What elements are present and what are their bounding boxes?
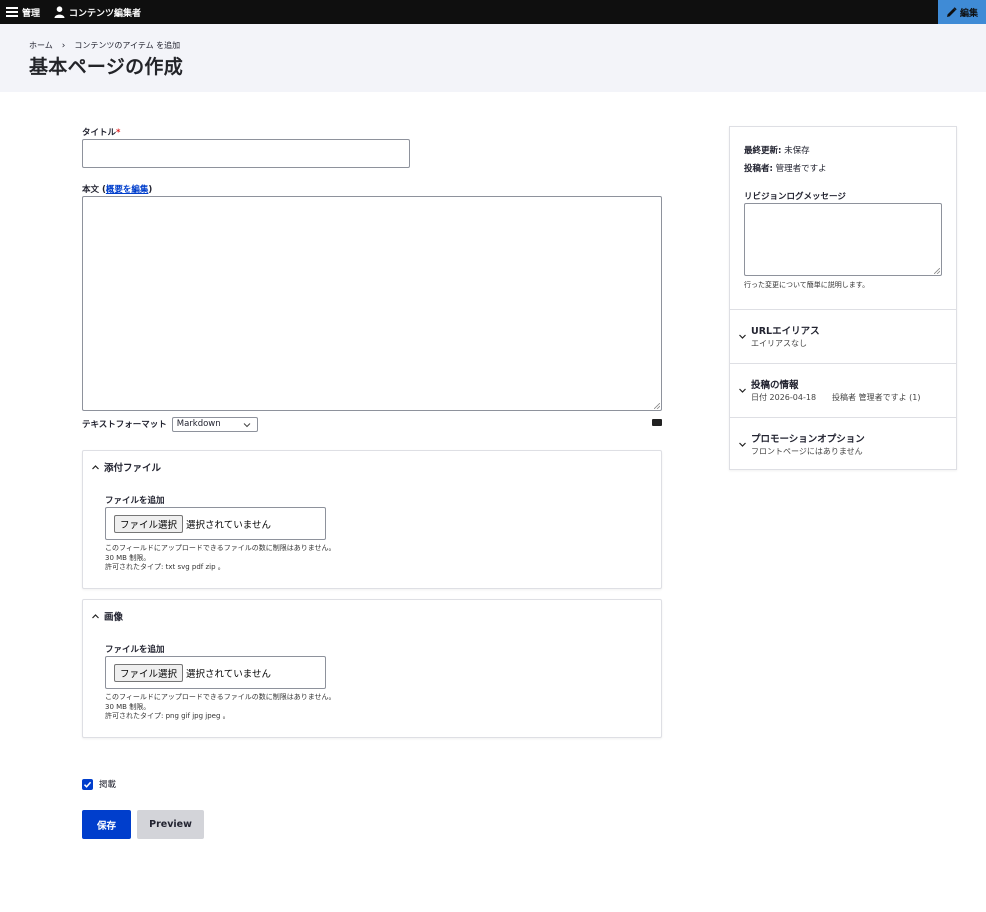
- images-summary[interactable]: 画像: [91, 609, 123, 623]
- manage-menu-button[interactable]: 管理: [6, 0, 40, 24]
- url-alias-summary: エイリアスなし: [751, 339, 807, 348]
- last-updated-label: 最終更新:: [744, 146, 782, 156]
- edit-summary-link[interactable]: 概要を編集: [106, 185, 149, 195]
- attachments-help-line: このフィールドにアップロードできるファイルの数に制限はありません。: [105, 544, 336, 552]
- attachments-help-line: 許可されたタイプ: txt svg pdf zip 。: [105, 563, 225, 571]
- revision-log-textarea[interactable]: [744, 203, 942, 276]
- author-value: 管理者ですよ: [775, 164, 827, 174]
- chevron-down-icon: [739, 388, 746, 393]
- text-format-row: テキストフォーマット Markdown: [82, 416, 258, 432]
- resize-grip-icon[interactable]: [654, 403, 660, 409]
- author-info: 投稿者: 管理者ですよ: [744, 162, 827, 174]
- published-label: 掲載: [99, 780, 117, 790]
- title-label-text: タイトル: [82, 128, 117, 138]
- breadcrumb-separator: ›: [61, 40, 66, 51]
- text-format-selected: Markdown: [176, 419, 221, 429]
- authoring-info-summary: 日付 2026-04-18 投稿者 管理者ですよ (1): [751, 393, 921, 402]
- body-label-suffix: ): [148, 185, 153, 195]
- title-input[interactable]: [82, 139, 410, 168]
- required-marker: *: [116, 128, 121, 138]
- checkmark-icon: [83, 781, 92, 788]
- body-label-text: 本文 (: [82, 185, 106, 195]
- attachments-summary[interactable]: 添付ファイル: [91, 460, 161, 474]
- user-icon: [54, 6, 65, 18]
- admin-toolbar: 管理 コンテンツ編集者 編集: [0, 0, 986, 24]
- images-file-input[interactable]: ファイル選択 選択されていません: [105, 656, 326, 689]
- resize-grip-icon[interactable]: [934, 268, 940, 274]
- revision-log-label: リビジョンログメッセージ: [744, 192, 846, 202]
- promotion-options-section[interactable]: プロモーションオプション フロントページにはありません: [730, 417, 956, 470]
- manage-label: 管理: [22, 8, 41, 19]
- last-updated: 最終更新: 未保存: [744, 144, 810, 156]
- user-label: コンテンツ編集者: [69, 8, 142, 19]
- published-row: 掲載: [82, 778, 116, 790]
- chevron-up-icon: [92, 613, 99, 618]
- chevron-down-icon: [739, 334, 746, 339]
- body-textarea[interactable]: [82, 196, 662, 411]
- promotion-options-title: プロモーションオプション: [751, 434, 865, 445]
- images-details: 画像 ファイルを追加 ファイル選択 選択されていません このフィールドにアップロ…: [82, 599, 662, 738]
- images-help-line: このフィールドにアップロードできるファイルの数に制限はありません。: [105, 693, 336, 701]
- hamburger-icon: [6, 7, 18, 17]
- text-format-select[interactable]: Markdown: [171, 416, 258, 432]
- user-menu-button[interactable]: コンテンツ編集者: [54, 0, 141, 24]
- breadcrumb-home-link[interactable]: ホーム: [29, 40, 53, 51]
- images-choose-file-button[interactable]: ファイル選択: [114, 663, 184, 682]
- last-updated-value: 未保存: [784, 146, 810, 156]
- meta-sidebar: 最終更新: 未保存 投稿者: 管理者ですよ リビジョンログメッセージ 行った変更…: [729, 126, 957, 470]
- attachments-help-text: このフィールドにアップロードできるファイルの数に制限はありません。 30 MB …: [105, 544, 336, 573]
- images-summary-text: 画像: [104, 612, 124, 623]
- edit-label: 編集: [959, 8, 978, 19]
- page-header: ホーム › コンテンツのアイテム を追加 基本ページの作成: [0, 24, 986, 92]
- attachments-summary-text: 添付ファイル: [104, 463, 162, 474]
- chevron-up-icon: [92, 464, 99, 469]
- authoring-info-title: 投稿の情報: [751, 380, 799, 391]
- revision-log-help: 行った変更について簡単に説明します。: [744, 281, 870, 289]
- images-file-status: 選択されていません: [186, 668, 271, 680]
- preview-button[interactable]: Preview: [137, 810, 204, 839]
- attachments-add-label: ファイルを追加: [105, 496, 165, 506]
- images-help-line: 許可されたタイプ: png gif jpg jpeg 。: [105, 712, 230, 720]
- attachments-choose-file-button[interactable]: ファイル選択: [114, 514, 184, 533]
- url-alias-section[interactable]: URLエイリアス エイリアスなし: [730, 309, 956, 363]
- breadcrumb-add-content-link[interactable]: コンテンツのアイテム を追加: [74, 40, 180, 51]
- author-label: 投稿者:: [744, 164, 773, 174]
- edit-tab-button[interactable]: 編集: [938, 0, 986, 24]
- breadcrumb: ホーム › コンテンツのアイテム を追加: [29, 40, 180, 51]
- title-field-label: タイトル*: [82, 126, 120, 138]
- body-field-label: 本文 (概要を編集): [82, 183, 152, 195]
- authoring-info-section[interactable]: 投稿の情報 日付 2026-04-18 投稿者 管理者ですよ (1): [730, 363, 956, 417]
- save-button[interactable]: 保存: [82, 810, 131, 839]
- attachments-help-line: 30 MB 制限。: [105, 553, 151, 562]
- attachments-file-input[interactable]: ファイル選択 選択されていません: [105, 507, 326, 540]
- attachments-details: 添付ファイル ファイルを追加 ファイル選択 選択されていません このフィールドに…: [82, 450, 662, 589]
- chevron-down-icon: [243, 422, 251, 427]
- attachments-file-status: 選択されていません: [186, 519, 271, 531]
- images-help-line: 30 MB 制限。: [105, 702, 151, 711]
- images-add-label: ファイルを追加: [105, 645, 165, 655]
- published-checkbox[interactable]: [82, 778, 93, 790]
- chevron-down-icon: [739, 442, 746, 447]
- markdown-icon[interactable]: [652, 419, 662, 426]
- pencil-icon: [946, 6, 957, 17]
- promotion-options-summary: フロントページにはありません: [751, 447, 863, 456]
- images-help-text: このフィールドにアップロードできるファイルの数に制限はありません。 30 MB …: [105, 693, 336, 722]
- text-format-label: テキストフォーマット: [82, 420, 167, 430]
- url-alias-title: URLエイリアス: [751, 326, 820, 337]
- page-title: 基本ページの作成: [29, 56, 184, 78]
